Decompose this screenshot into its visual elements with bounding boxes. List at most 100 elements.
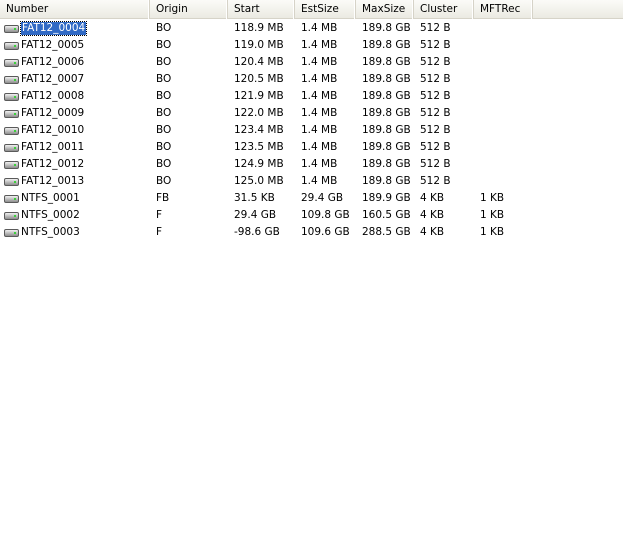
cluster-cell: 512 B: [420, 56, 451, 68]
estsize-cell: 1.4 MB: [301, 141, 338, 153]
mftrec-cell: [474, 20, 533, 37]
number-cell: NTFS_0003: [0, 224, 150, 241]
disk-drive-icon: [4, 160, 19, 169]
maxsize-cell: 189.8 GB: [362, 90, 411, 102]
table-row[interactable]: NTFS_0003 F -98.6 GB 109.6 GB 288.5 GB 4 KB 1 …: [0, 224, 623, 241]
cluster-cell: 512 B: [420, 73, 451, 85]
table-row[interactable]: FAT12_0006 BO 120.4 MB 1.4 MB 189.8 GB 512 B: [0, 54, 623, 71]
column-header-number[interactable]: Number: [0, 0, 150, 19]
mftrec-cell: [474, 105, 533, 122]
table-row[interactable]: NTFS_0001 FB 31.5 KB 29.4 GB 189.9 GB 4 KB 1 K…: [0, 190, 623, 207]
estsize-cell: 1.4 MB: [301, 158, 338, 170]
partition-name: FAT12_0008: [21, 90, 85, 102]
disk-drive-icon: [4, 24, 19, 33]
mftrec-cell: [474, 71, 533, 88]
number-cell: FAT12_0005: [0, 37, 150, 54]
partition-name: NTFS_0002: [21, 209, 80, 221]
number-cell: FAT12_0004: [0, 20, 150, 37]
maxsize-cell: 288.5 GB: [362, 226, 411, 238]
disk-drive-icon: [4, 177, 19, 186]
estsize-cell: 1.4 MB: [301, 39, 338, 51]
cluster-cell: 512 B: [420, 141, 451, 153]
start-cell: 119.0 MB: [234, 39, 284, 51]
mftrec-cell: [474, 156, 533, 173]
maxsize-cell: 189.8 GB: [362, 124, 411, 136]
mftrec-cell: [474, 139, 533, 156]
cluster-cell: 512 B: [420, 158, 451, 170]
column-header-start[interactable]: Start: [228, 0, 295, 19]
column-header-filler: [533, 0, 623, 19]
disk-drive-icon: [4, 143, 19, 152]
maxsize-cell: 189.9 GB: [362, 192, 411, 204]
mftrec-cell: [474, 37, 533, 54]
table-row[interactable]: FAT12_0011 BO 123.5 MB 1.4 MB 189.8 GB 512 B: [0, 139, 623, 156]
number-cell: FAT12_0012: [0, 156, 150, 173]
estsize-cell: 1.4 MB: [301, 56, 338, 68]
mftrec-cell: [474, 122, 533, 139]
table-row[interactable]: FAT12_0012 BO 124.9 MB 1.4 MB 189.8 GB 512 B: [0, 156, 623, 173]
disk-drive-icon: [4, 109, 19, 118]
mftrec-cell: 1 KB: [480, 209, 505, 221]
start-cell: -98.6 GB: [234, 226, 280, 238]
column-header-cluster[interactable]: Cluster: [414, 0, 474, 19]
partition-name: FAT12_0009: [21, 107, 85, 119]
table-row[interactable]: FAT12_0010 BO 123.4 MB 1.4 MB 189.8 GB 512 B: [0, 122, 623, 139]
origin-cell: F: [156, 226, 163, 238]
number-cell: FAT12_0008: [0, 88, 150, 105]
mftrec-cell: 1 KB: [480, 192, 505, 204]
maxsize-cell: 189.8 GB: [362, 107, 411, 119]
column-header-maxsize[interactable]: MaxSize: [356, 0, 414, 19]
mftrec-cell: 1 KB: [480, 226, 505, 238]
partition-name: FAT12_0011: [21, 141, 85, 153]
cluster-cell: 512 B: [420, 22, 451, 34]
maxsize-cell: 189.8 GB: [362, 141, 411, 153]
origin-cell: BO: [156, 90, 172, 102]
table-row[interactable]: FAT12_0009 BO 122.0 MB 1.4 MB 189.8 GB 512 B: [0, 105, 623, 122]
cluster-cell: 4 KB: [420, 209, 445, 221]
table-row[interactable]: FAT12_0008 BO 121.9 MB 1.4 MB 189.8 GB 512 B: [0, 88, 623, 105]
origin-cell: F: [156, 209, 163, 221]
origin-cell: BO: [156, 107, 172, 119]
origin-cell: BO: [156, 22, 172, 34]
cluster-cell: 512 B: [420, 90, 451, 102]
origin-cell: FB: [156, 192, 170, 204]
partition-name: FAT12_0006: [21, 56, 85, 68]
estsize-cell: 1.4 MB: [301, 22, 338, 34]
maxsize-cell: 189.8 GB: [362, 39, 411, 51]
origin-cell: BO: [156, 158, 172, 170]
start-cell: 31.5 KB: [234, 192, 275, 204]
column-header-estsize[interactable]: EstSize: [295, 0, 356, 19]
origin-cell: BO: [156, 73, 172, 85]
column-header-mftrec[interactable]: MFTRec: [474, 0, 533, 19]
start-cell: 118.9 MB: [234, 22, 284, 34]
start-cell: 121.9 MB: [234, 90, 284, 102]
origin-cell: BO: [156, 141, 172, 153]
table-row[interactable]: FAT12_0013 BO 125.0 MB 1.4 MB 189.8 GB 512 B: [0, 173, 623, 190]
column-header-origin[interactable]: Origin: [150, 0, 228, 19]
table-row[interactable]: FAT12_0007 BO 120.5 MB 1.4 MB 189.8 GB 512 B: [0, 71, 623, 88]
number-cell: NTFS_0002: [0, 207, 150, 224]
mftrec-cell: [474, 88, 533, 105]
start-cell: 122.0 MB: [234, 107, 284, 119]
disk-drive-icon: [4, 75, 19, 84]
estsize-cell: 29.4 GB: [301, 192, 344, 204]
partition-name: FAT12_0007: [21, 73, 85, 85]
partition-rows: FAT12_0004 BO 118.9 MB 1.4 MB 189.8 GB 512 BF…: [0, 20, 623, 241]
partition-name: NTFS_0001: [21, 192, 80, 204]
column-header-bar: Number Origin Start EstSize MaxSize Clus…: [0, 0, 623, 19]
disk-drive-icon: [4, 58, 19, 67]
number-cell: NTFS_0001: [0, 190, 150, 207]
maxsize-cell: 189.8 GB: [362, 175, 411, 187]
number-cell: FAT12_0009: [0, 105, 150, 122]
table-row[interactable]: NTFS_0002 F 29.4 GB 109.8 GB 160.5 GB 4 KB 1 K…: [0, 207, 623, 224]
table-row[interactable]: FAT12_0005 BO 119.0 MB 1.4 MB 189.8 GB 512 B: [0, 37, 623, 54]
origin-cell: BO: [156, 56, 172, 68]
cluster-cell: 512 B: [420, 107, 451, 119]
partition-list-view[interactable]: Number Origin Start EstSize MaxSize Clus…: [0, 0, 623, 547]
table-row[interactable]: FAT12_0004 BO 118.9 MB 1.4 MB 189.8 GB 512 B: [0, 20, 623, 37]
estsize-cell: 1.4 MB: [301, 124, 338, 136]
estsize-cell: 1.4 MB: [301, 175, 338, 187]
partition-name: FAT12_0010: [21, 124, 85, 136]
maxsize-cell: 189.8 GB: [362, 22, 411, 34]
maxsize-cell: 189.8 GB: [362, 158, 411, 170]
